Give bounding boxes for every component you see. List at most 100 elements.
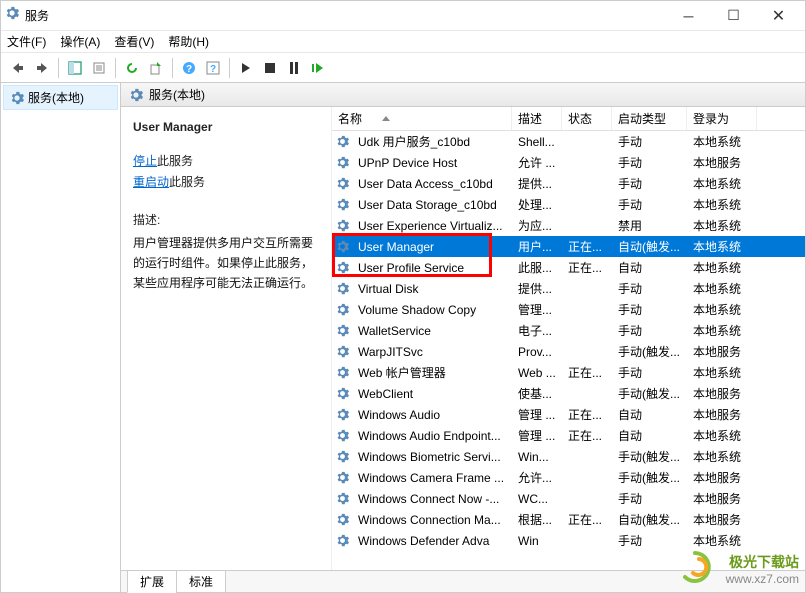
cell-logon: 本地系统	[687, 427, 757, 444]
table-row[interactable]: Windows Biometric Servi...Win...手动(触发...…	[332, 446, 805, 467]
table-row[interactable]: User Profile Service此服...正在...自动本地系统	[332, 257, 805, 278]
service-list[interactable]: 名称 描述 状态 启动类型 登录为 Udk 用户服务_c10bdShell...…	[331, 107, 805, 570]
table-row[interactable]: User Data Storage_c10bd处理...手动本地系统	[332, 194, 805, 215]
cell-startup: 自动	[612, 259, 687, 276]
export-button[interactable]	[145, 57, 167, 79]
cell-startup: 手动	[612, 280, 687, 297]
cell-name: Virtual Disk	[352, 282, 512, 296]
table-row[interactable]: User Data Access_c10bd提供...手动本地系统	[332, 173, 805, 194]
col-logon[interactable]: 登录为	[687, 107, 757, 130]
gear-icon	[332, 240, 352, 253]
cell-desc: Shell...	[512, 135, 562, 149]
back-button[interactable]	[7, 57, 29, 79]
cell-desc: 提供...	[512, 280, 562, 297]
show-hide-button[interactable]	[64, 57, 86, 79]
cell-desc: 处理...	[512, 196, 562, 213]
cell-name: Windows Biometric Servi...	[352, 450, 512, 464]
cell-name: Windows Defender Adva	[352, 534, 512, 548]
tab-standard[interactable]: 标准	[176, 571, 226, 593]
cell-logon: 本地服务	[687, 469, 757, 486]
cell-startup: 手动(触发...	[612, 385, 687, 402]
window-title: 服务	[25, 7, 666, 24]
cell-name: User Data Storage_c10bd	[352, 198, 512, 212]
watermark: 极光下载站 www.xz7.com	[726, 552, 799, 586]
table-row[interactable]: User Experience Virtualiz...为应...禁用本地系统	[332, 215, 805, 236]
table-row[interactable]: WarpJITSvcProv...手动(触发...本地服务	[332, 341, 805, 362]
watermark-line1: 极光下载站	[726, 552, 799, 572]
cell-startup: 手动	[612, 490, 687, 507]
table-row[interactable]: Windows Audio Endpoint...管理 ...正在...自动本地…	[332, 425, 805, 446]
menu-action[interactable]: 操作(A)	[60, 33, 100, 50]
refresh-button[interactable]	[121, 57, 143, 79]
table-row[interactable]: Web 帐户管理器Web ...正在...手动本地系统	[332, 362, 805, 383]
table-row[interactable]: Windows Audio管理 ...正在...自动本地服务	[332, 404, 805, 425]
cell-desc: 电子...	[512, 322, 562, 339]
cell-name: Windows Connect Now -...	[352, 492, 512, 506]
minimize-button[interactable]: ─	[666, 1, 711, 31]
gear-icon	[332, 135, 352, 148]
restart-link[interactable]: 重启动	[133, 175, 169, 189]
gear-icon	[332, 387, 352, 400]
cell-logon: 本地系统	[687, 259, 757, 276]
table-row[interactable]: UPnP Device Host允许 ...手动本地服务	[332, 152, 805, 173]
cell-logon: 本地服务	[687, 490, 757, 507]
table-row[interactable]: WebClient使基...手动(触发...本地服务	[332, 383, 805, 404]
cell-name: WebClient	[352, 387, 512, 401]
gear-icon	[332, 303, 352, 316]
cell-desc: WC...	[512, 492, 562, 506]
selected-service-name: User Manager	[133, 117, 319, 137]
table-row[interactable]: Virtual Disk提供...手动本地系统	[332, 278, 805, 299]
col-status[interactable]: 状态	[562, 107, 612, 130]
table-row[interactable]: Windows Connection Ma...根据...正在...自动(触发.…	[332, 509, 805, 530]
close-button[interactable]: ✕	[756, 1, 801, 31]
cell-startup: 手动	[612, 154, 687, 171]
gear-icon	[332, 282, 352, 295]
cell-desc: Web ...	[512, 366, 562, 380]
cell-status: 正在...	[562, 511, 612, 528]
gear-icon	[332, 513, 352, 526]
table-row[interactable]: User Manager用户...正在...自动(触发...本地系统	[332, 236, 805, 257]
cell-startup: 手动	[612, 175, 687, 192]
pause-service-button[interactable]	[283, 57, 305, 79]
content-header: 服务(本地)	[121, 83, 805, 107]
stop-link[interactable]: 停止	[133, 154, 157, 168]
tree-pane: 服务(本地)	[1, 83, 121, 592]
cell-logon: 本地系统	[687, 238, 757, 255]
table-row[interactable]: Windows Defender AdvaWin手动本地系统	[332, 530, 805, 551]
cell-name: Udk 用户服务_c10bd	[352, 133, 512, 150]
cell-logon: 本地系统	[687, 133, 757, 150]
start-service-button[interactable]	[235, 57, 257, 79]
menu-view[interactable]: 查看(V)	[114, 33, 154, 50]
gear-icon	[332, 261, 352, 274]
cell-desc: 管理 ...	[512, 427, 562, 444]
properties-button[interactable]	[88, 57, 110, 79]
cell-name: Web 帐户管理器	[352, 364, 512, 381]
forward-button[interactable]	[31, 57, 53, 79]
watermark-swirl-icon	[675, 550, 715, 584]
maximize-button[interactable]: ☐	[711, 1, 756, 31]
stop-service-button[interactable]	[259, 57, 281, 79]
cell-desc: 管理 ...	[512, 406, 562, 423]
table-row[interactable]: Udk 用户服务_c10bdShell...手动本地系统	[332, 131, 805, 152]
gear-icon	[332, 534, 352, 547]
table-row[interactable]: Volume Shadow Copy管理...手动本地系统	[332, 299, 805, 320]
col-startup[interactable]: 启动类型	[612, 107, 687, 130]
help2-button[interactable]: ?	[202, 57, 224, 79]
table-row[interactable]: WalletService电子...手动本地系统	[332, 320, 805, 341]
table-row[interactable]: Windows Camera Frame ...允许...手动(触发...本地服…	[332, 467, 805, 488]
cell-name: WarpJITSvc	[352, 345, 512, 359]
cell-name: Windows Connection Ma...	[352, 513, 512, 527]
cell-desc: Prov...	[512, 345, 562, 359]
table-row[interactable]: Windows Connect Now -...WC... 手动本地服务	[332, 488, 805, 509]
content-header-label: 服务(本地)	[149, 86, 205, 103]
tab-extended[interactable]: 扩展	[127, 571, 177, 593]
menu-help[interactable]: 帮助(H)	[168, 33, 209, 50]
cell-logon: 本地系统	[687, 301, 757, 318]
restart-service-button[interactable]	[307, 57, 329, 79]
col-name[interactable]: 名称	[332, 107, 512, 130]
col-desc[interactable]: 描述	[512, 107, 562, 130]
help-button[interactable]: ?	[178, 57, 200, 79]
tree-root-services[interactable]: 服务(本地)	[3, 85, 118, 110]
gear-icon	[332, 408, 352, 421]
menu-file[interactable]: 文件(F)	[7, 33, 46, 50]
